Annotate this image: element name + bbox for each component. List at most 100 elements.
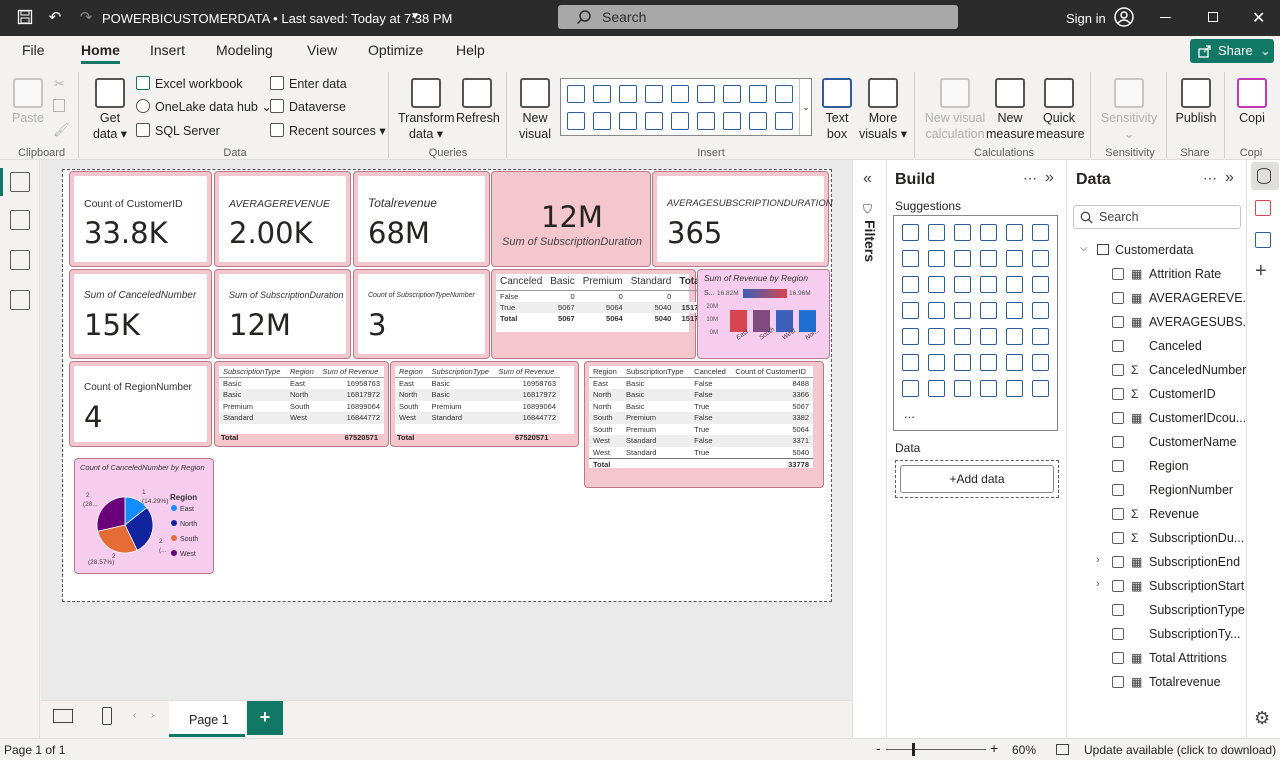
visual-type-icon[interactable] [645, 85, 663, 103]
visual-type-icon[interactable] [671, 112, 689, 130]
undo-icon[interactable]: ↶ [46, 9, 64, 27]
visual-type-icon[interactable] [1032, 328, 1049, 345]
data-search-input[interactable]: Search [1073, 205, 1241, 229]
tab-optimize[interactable]: Optimize [368, 42, 423, 58]
desktop-layout-icon[interactable] [53, 709, 73, 723]
visual-type-icon[interactable] [980, 276, 997, 293]
visual-type-icon[interactable] [619, 85, 637, 103]
visual-type-icon[interactable] [954, 354, 971, 371]
more-options-icon[interactable]: ⋯ [1023, 170, 1037, 187]
card-sum-subscriptionduration[interactable]: 12M Sum of SubscriptionDuration [491, 171, 651, 267]
update-available-link[interactable]: Update available (click to download) [1084, 743, 1276, 757]
field-checkbox[interactable] [1112, 484, 1124, 496]
visual-type-icon[interactable] [928, 224, 945, 241]
field-checkbox[interactable] [1112, 340, 1124, 352]
visual-type-icon[interactable] [954, 302, 971, 319]
format-painter-icon[interactable]: 🖌 [53, 122, 70, 138]
close-icon[interactable]: ✕ [1252, 8, 1265, 28]
add-pane-icon[interactable]: + [1255, 260, 1267, 283]
field-checkbox[interactable] [1112, 388, 1124, 400]
visual-type-icon[interactable] [1006, 276, 1023, 293]
fit-to-page-icon[interactable] [1056, 744, 1069, 755]
prev-page-icon[interactable]: ‹ [133, 710, 136, 721]
tab-file[interactable]: File [22, 42, 45, 58]
visual-type-icon[interactable] [902, 380, 919, 397]
copy-icon[interactable] [53, 99, 65, 112]
visual-type-icon[interactable] [567, 112, 585, 130]
visual-type-icon[interactable] [749, 112, 767, 130]
transform-data-button[interactable]: Transform data ▾ [398, 78, 455, 142]
card-sum-subscriptionduration-2[interactable]: Sum of SubscriptionDuration 12M [214, 269, 351, 359]
collapse-build-icon[interactable]: » [1045, 169, 1054, 187]
table-region-type-canceled-count[interactable]: Region SubscriptionType Canceled Count of C… [584, 361, 824, 488]
get-data-button[interactable]: Get data ▾ [90, 78, 130, 142]
excel-workbook-button[interactable]: Excel workbook [136, 76, 243, 91]
tab-modeling[interactable]: Modeling [216, 42, 273, 58]
pie-slice[interactable] [96, 496, 126, 532]
new-measure-button[interactable]: New measure [986, 78, 1035, 142]
model-view-icon[interactable] [10, 250, 30, 270]
visual-type-icon[interactable] [928, 354, 945, 371]
visual-type-icon[interactable] [593, 112, 611, 130]
recent-sources-button[interactable]: Recent sources ▾ [270, 123, 386, 138]
field-checkbox[interactable] [1112, 412, 1124, 424]
visual-type-icon[interactable] [1006, 302, 1023, 319]
paste-button[interactable]: Paste [10, 78, 46, 126]
gallery-scroll-icon[interactable]: ⌄ [799, 79, 812, 135]
visual-type-icon[interactable] [697, 85, 715, 103]
visual-type-icon[interactable] [902, 224, 919, 241]
search-box[interactable]: Search [558, 5, 958, 29]
zoom-slider-thumb[interactable] [912, 743, 915, 756]
visual-type-icon[interactable] [902, 276, 919, 293]
chevron-down-icon[interactable]: ⌵ [1080, 243, 1088, 254]
sensitivity-button[interactable]: Sensitivity ⌄ [1098, 78, 1160, 142]
visual-type-icon[interactable] [671, 85, 689, 103]
visual-type-icon[interactable] [954, 224, 971, 241]
card-totalrevenue[interactable]: Totalrevenue 68M [353, 171, 490, 267]
copilot-button[interactable]: Copi [1232, 78, 1272, 126]
visual-type-icon[interactable] [954, 250, 971, 267]
field-checkbox[interactable] [1112, 580, 1124, 592]
field-checkbox[interactable] [1112, 364, 1124, 376]
quick-measure-button[interactable]: Quick measure [1036, 78, 1085, 142]
format-icon[interactable] [1255, 232, 1271, 248]
card-averagesubscriptionduration[interactable]: AVERAGESUBSCRIPTIONDURATION 365 [652, 171, 833, 267]
more-visuals-icon[interactable]: ... [904, 406, 915, 421]
dataverse-button[interactable]: Dataverse [270, 99, 346, 114]
new-visual-button[interactable]: New visual [516, 78, 554, 142]
table-region-type-revenue[interactable]: Region SubscriptionType Sum of Revenue Eas… [390, 361, 579, 447]
visual-type-icon[interactable] [902, 354, 919, 371]
visual-type-icon[interactable] [902, 302, 919, 319]
visual-type-icon[interactable] [1006, 328, 1023, 345]
visual-type-icon[interactable] [645, 112, 663, 130]
tab-view[interactable]: View [307, 42, 337, 58]
visual-type-icon[interactable] [723, 112, 741, 130]
table-view-icon[interactable] [10, 210, 30, 230]
visual-type-icon[interactable] [980, 250, 997, 267]
visual-type-icon[interactable] [1006, 380, 1023, 397]
account-icon[interactable] [1114, 7, 1134, 27]
field-checkbox[interactable] [1112, 316, 1124, 328]
text-box-button[interactable]: Text box [818, 78, 856, 142]
field-checkbox[interactable] [1112, 604, 1124, 616]
visual-type-icon[interactable] [723, 85, 741, 103]
visual-type-icon[interactable] [1032, 250, 1049, 267]
visual-type-icon[interactable] [928, 276, 945, 293]
enter-data-button[interactable]: Enter data [270, 76, 347, 91]
title-dropdown-icon[interactable]: ▼ [410, 11, 420, 22]
visual-type-icon[interactable] [593, 85, 611, 103]
visual-type-icon[interactable] [775, 112, 793, 130]
visualizations-icon[interactable] [1255, 200, 1271, 216]
visual-type-icon[interactable] [1032, 380, 1049, 397]
card-count-subscriptiontypenumber[interactable]: Count of SubscriptionTypeNumber 3 [353, 269, 490, 359]
sign-in-link[interactable]: Sign in [1066, 11, 1106, 26]
maximize-icon[interactable] [1208, 12, 1218, 22]
field-checkbox[interactable] [1112, 436, 1124, 448]
legend-item[interactable]: South [171, 535, 198, 550]
visual-type-icon[interactable] [980, 354, 997, 371]
next-page-icon[interactable]: › [151, 710, 154, 721]
field-checkbox[interactable] [1112, 628, 1124, 640]
visual-type-icon[interactable] [980, 380, 997, 397]
report-view-icon[interactable] [10, 172, 30, 192]
visual-type-icon[interactable] [749, 85, 767, 103]
